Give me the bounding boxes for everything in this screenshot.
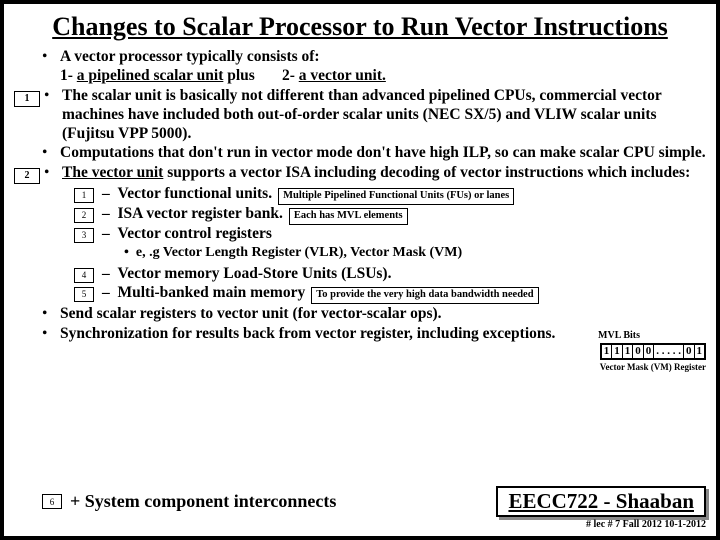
- bit-box: 11100. . . . .01: [600, 343, 706, 360]
- subnum-6: 6: [42, 494, 62, 509]
- footer-text: # lec # 7 Fall 2012 10-1-2012: [14, 519, 706, 530]
- note-bandwidth: To provide the very high data bandwidth …: [311, 287, 538, 304]
- bullet-4a: The vector unit: [62, 164, 163, 181]
- bullet-1a: A vector processor typically consists of…: [60, 48, 320, 65]
- content: •A vector processor typically consists o…: [14, 48, 706, 344]
- footer-area: 6 + System component interconnects EECC7…: [14, 486, 706, 530]
- mvl-bits-label: MVL Bits: [598, 330, 640, 342]
- subnum-4: 4: [74, 268, 94, 283]
- subnum-1: 1: [74, 188, 94, 203]
- note-fus: Multiple Pipelined Functional Units (FUs…: [278, 188, 514, 205]
- marker-1: 1: [14, 91, 40, 107]
- page-title: Changes to Scalar Processor to Run Vecto…: [14, 12, 706, 42]
- bullet-5: Send scalar registers to vector unit (fo…: [60, 305, 706, 324]
- vlr-text: e, .g Vector Length Register (VLR), Vect…: [136, 245, 462, 260]
- subnum-2: 2: [74, 208, 94, 223]
- bullet-2: The scalar unit is basically not differe…: [62, 87, 706, 144]
- subnum-5: 5: [74, 287, 94, 302]
- subnum-3: 3: [74, 228, 94, 243]
- slide: Changes to Scalar Processor to Run Vecto…: [0, 0, 720, 540]
- bullet-3: Computations that don't run in vector mo…: [60, 144, 706, 163]
- marker-2: 2: [14, 168, 40, 184]
- vm-register-label: Vector Mask (VM) Register: [600, 362, 706, 373]
- note-mvl: Each has MVL elements: [289, 208, 408, 225]
- sys-interconnect: + System component interconnects: [70, 491, 336, 512]
- course-box: EECC722 - Shaaban: [496, 486, 706, 517]
